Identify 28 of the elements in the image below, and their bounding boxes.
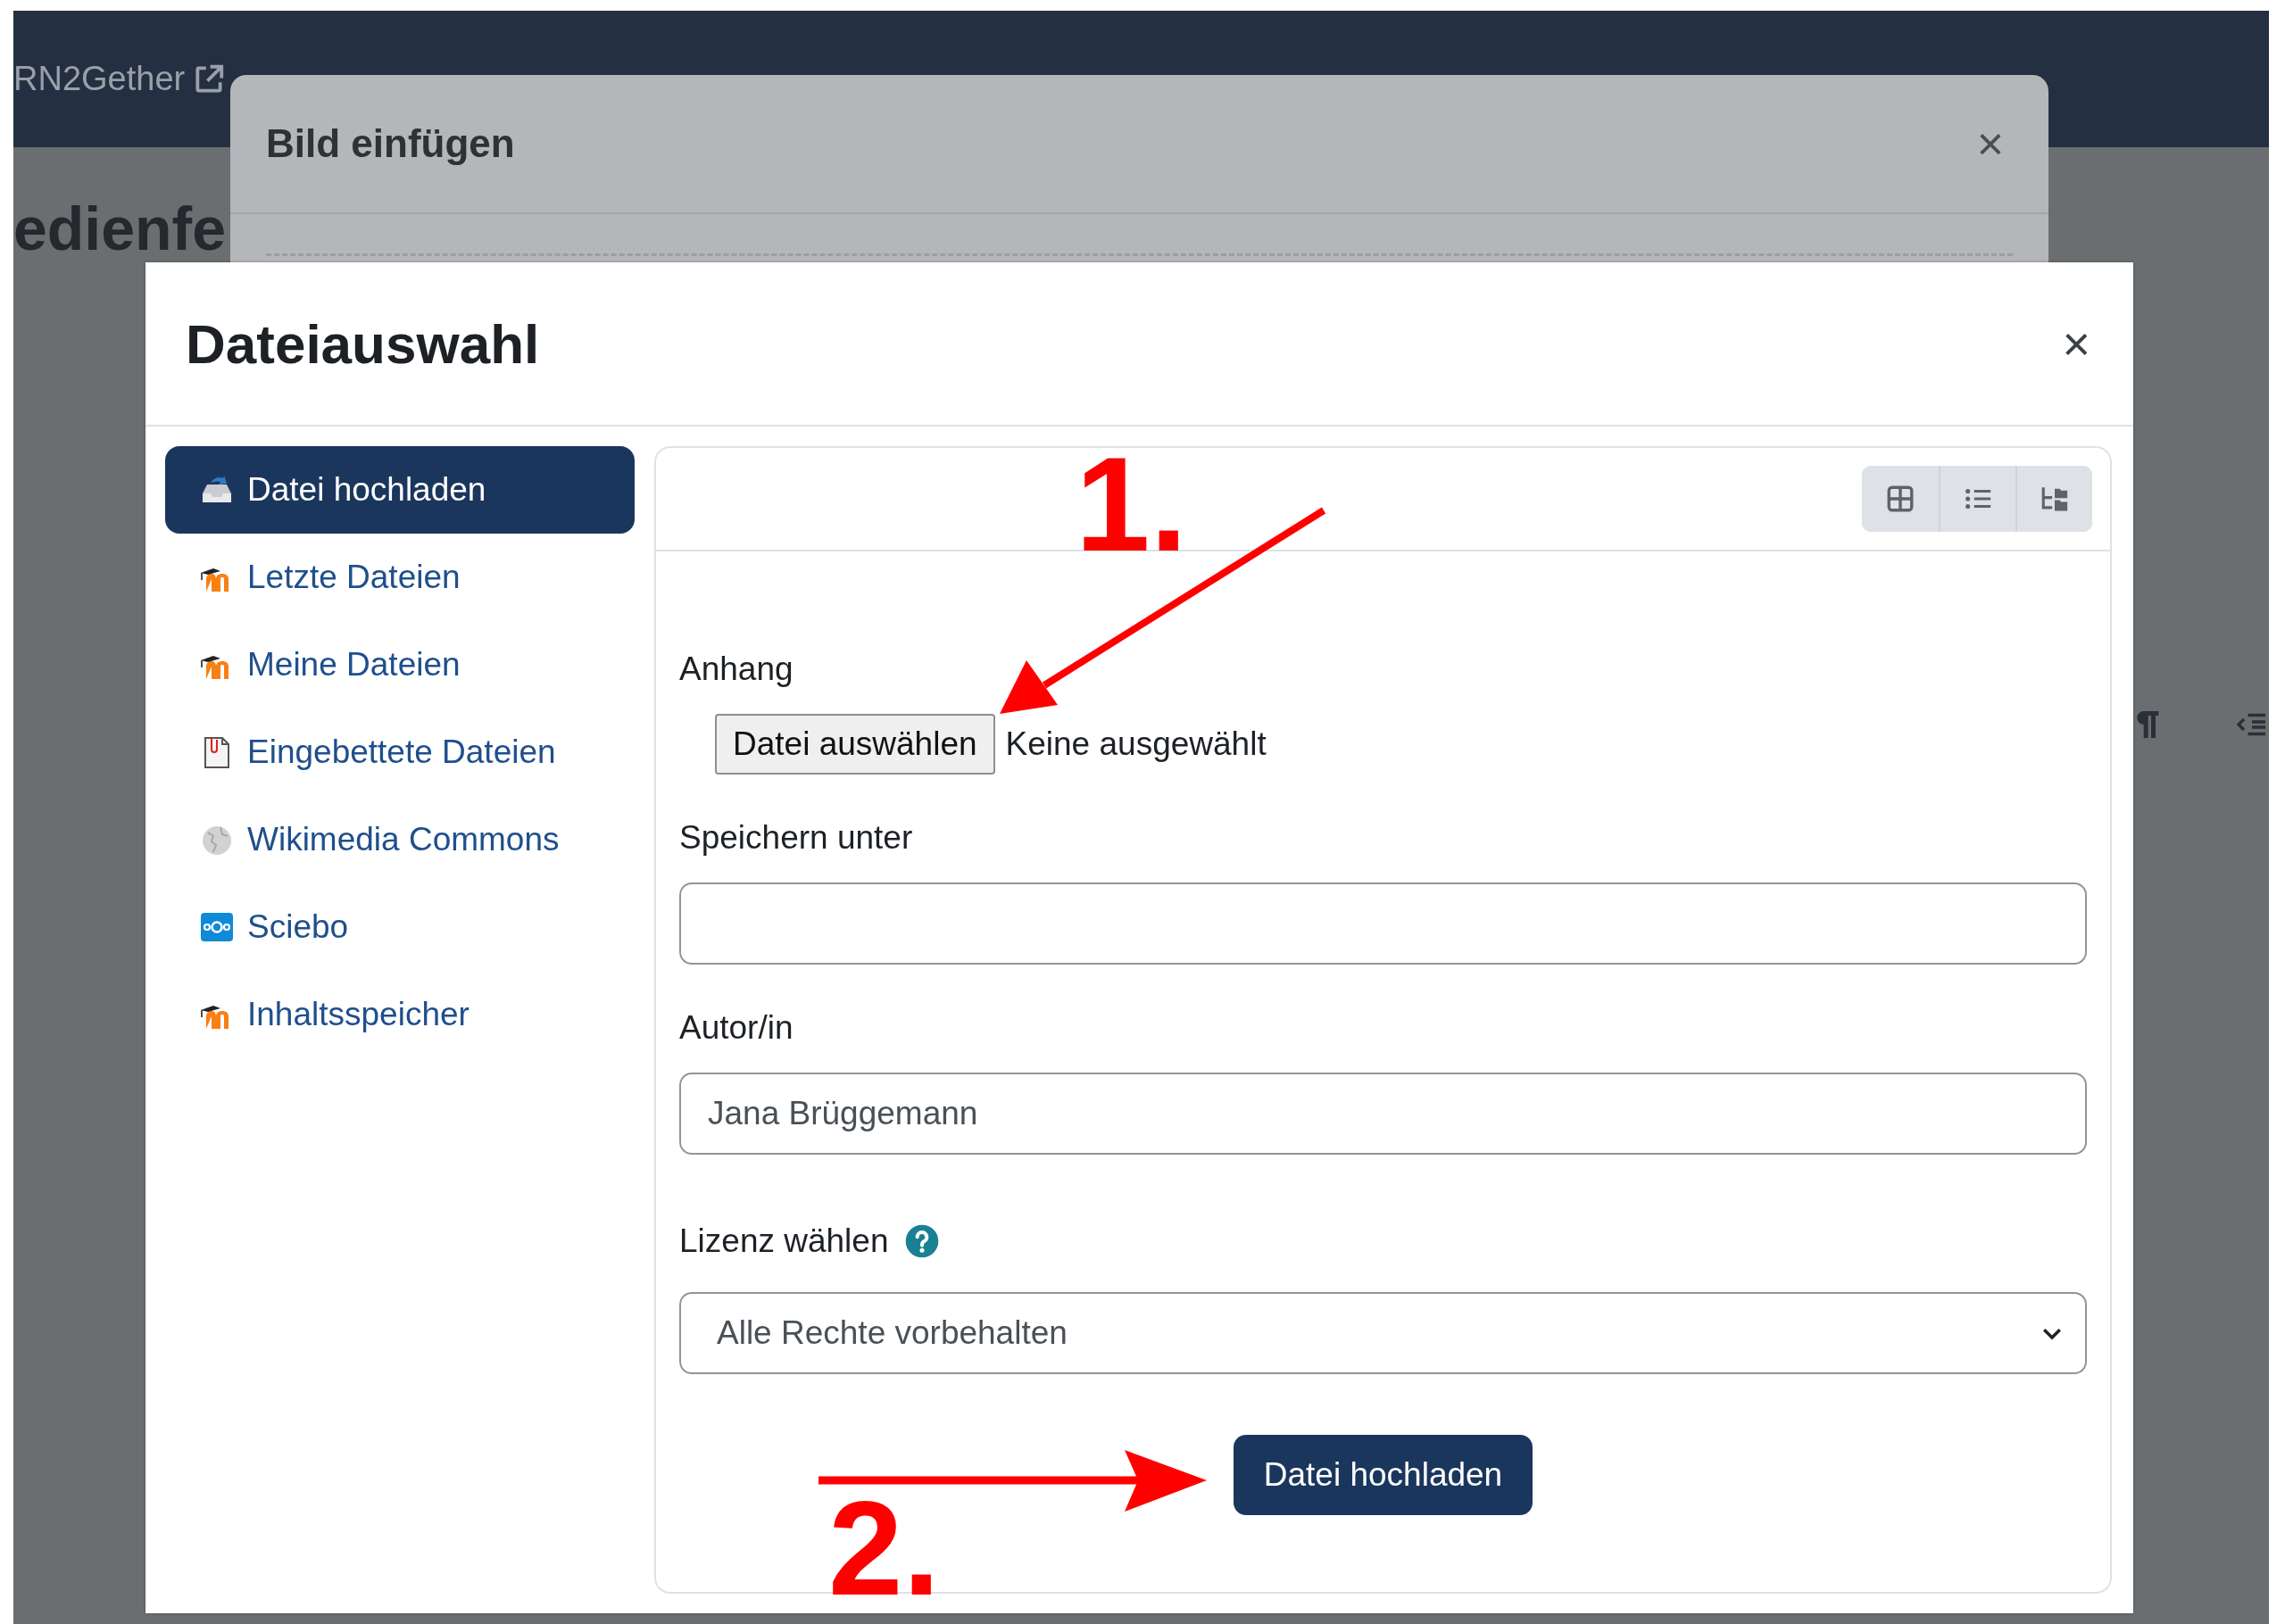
license-dropdown[interactable]: Alle Rechte vorbehalten <box>679 1292 2087 1374</box>
view-button[interactable] <box>2015 466 2092 532</box>
input-field[interactable] <box>679 882 2087 965</box>
sidebar-item[interactable]: Letzte Dateien <box>165 534 635 621</box>
dialog-title: Bild einfügen <box>266 121 515 166</box>
sidebar-item[interactable]: Eingebettete Dateien <box>165 708 635 796</box>
sidebar-item[interactable]: Sciebo <box>165 883 635 971</box>
choose-file-button[interactable]: Datei auswählen <box>715 714 995 775</box>
step-number: 1. <box>1076 437 1188 571</box>
close-button[interactable]: × <box>1976 117 2004 170</box>
sidebar-item[interactable]: Inhaltsspeicher <box>165 971 635 1058</box>
input-field[interactable]: Jana Brüggemann <box>679 1073 2087 1155</box>
nav-link[interactable]: RN2Gether <box>13 60 186 98</box>
page-heading: edienfe <box>13 194 227 263</box>
step-number: 2. <box>828 1481 941 1615</box>
help-icon[interactable] <box>904 1223 941 1259</box>
upload-button[interactable]: Datei hochladen <box>1233 1435 1533 1515</box>
field-label: Lizenz wählen <box>679 1222 889 1260</box>
field-label: Speichern unter <box>679 819 913 857</box>
sidebar-item[interactable]: Datei hochladen <box>165 446 635 534</box>
grid-view-icon <box>1885 484 1915 514</box>
field-label: Autor/in <box>679 1009 794 1047</box>
dialog-title: Dateiauswahl <box>186 311 540 376</box>
file-status: Keine ausgewählt <box>1005 725 1267 763</box>
sidebar-item[interactable]: Wikimedia Commons <box>165 796 635 883</box>
field-label: Anhang <box>679 650 794 688</box>
close-button[interactable]: × <box>2062 316 2090 371</box>
sidebar-item[interactable]: Meine Dateien <box>165 621 635 708</box>
